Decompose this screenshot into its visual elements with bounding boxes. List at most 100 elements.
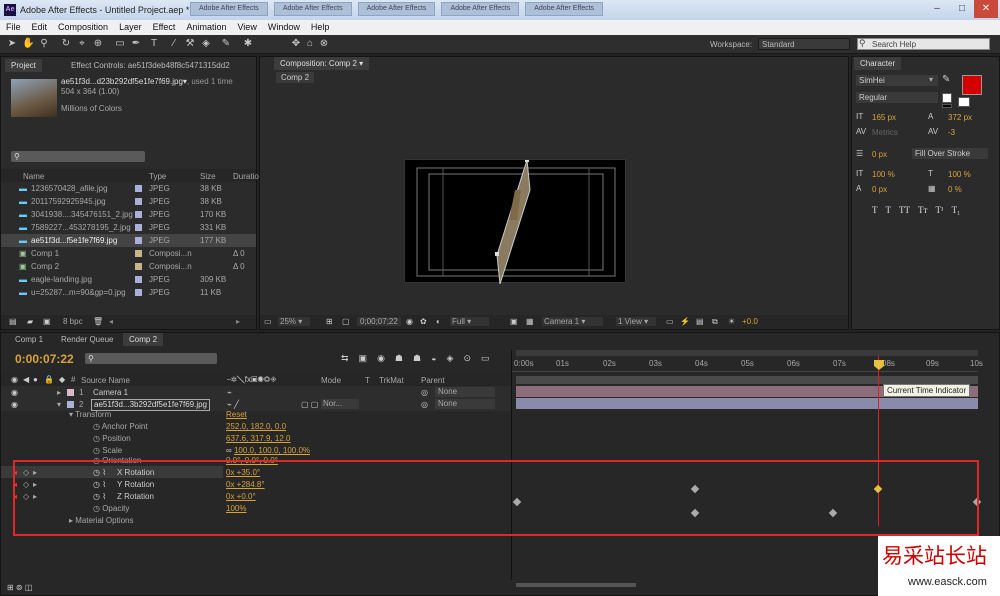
tab-comp-1[interactable]: Comp 1 (9, 333, 49, 346)
audio-icon[interactable]: ◀ (23, 375, 29, 384)
region-of-interest-icon[interactable]: ▣ (510, 317, 518, 326)
hand-tool-icon[interactable]: ✋ (22, 38, 34, 50)
footage-name[interactable]: ae51f3d...d23b292df5e1fe7f69.jpg▾, used … (61, 77, 233, 86)
project-search-input[interactable]: ⚲ (11, 151, 145, 162)
col-name[interactable]: Name (23, 172, 44, 181)
search-help-input[interactable]: Search Help (857, 38, 990, 50)
font-size-value[interactable]: 165 px (872, 113, 896, 122)
brainstorm-icon[interactable]: ◈ (447, 353, 454, 364)
tab-composition[interactable]: Composition: Comp 2 ▾ (274, 57, 370, 70)
menu-help[interactable]: Help (305, 20, 335, 35)
parent-select[interactable]: None (435, 387, 495, 397)
comp-viewer[interactable] (404, 158, 626, 285)
timeline-search-input[interactable]: ⚲ (85, 353, 217, 364)
taskbar-tab[interactable]: Adobe After Effects (525, 2, 604, 16)
rotate-tool-icon[interactable]: ↻ (60, 38, 72, 50)
fill-color-swatch[interactable] (962, 75, 982, 95)
exposure-value[interactable]: +0.0 (742, 317, 758, 326)
tab-effect-controls[interactable]: Effect Controls: ae51f3deb48f8c5471315dd… (65, 59, 258, 72)
time-ruler[interactable]: 0:00s 01s 02s 03s 04s 05s 06s 07s 08s 09… (512, 358, 983, 372)
menu-edit[interactable]: Edit (26, 20, 53, 35)
small-caps-button[interactable]: Tт (918, 205, 927, 215)
eyedropper-icon[interactable]: ✎ (942, 74, 950, 85)
zoom-tool-icon[interactable]: ⚲ (38, 38, 50, 50)
stopwatch-icon[interactable]: ◷ (93, 434, 102, 443)
list-item[interactable]: ▬ 7589227...453278195_2.jpg JPEG 331 KB (1, 221, 256, 234)
hash-icon[interactable]: # (71, 375, 75, 384)
mode-select[interactable]: Nor... (321, 399, 359, 409)
font-style-select[interactable]: Regular (856, 92, 938, 103)
trash-icon[interactable]: 🗑 (93, 317, 103, 326)
axis-view-icon[interactable]: ⊗ (318, 38, 330, 50)
tab-render-queue[interactable]: Render Queue (55, 333, 119, 346)
shy-layers-icon[interactable]: ☗ (395, 353, 403, 364)
zoom-slider[interactable] (516, 583, 636, 587)
show-channel-icon[interactable]: ✿ (420, 317, 427, 326)
subscript-button[interactable]: T₁ (952, 205, 961, 215)
vertical-scale-value[interactable]: 100 % (872, 170, 895, 179)
menu-animation[interactable]: Animation (180, 20, 231, 35)
camera-select[interactable]: Camera 1 ▾ (542, 317, 604, 326)
collapse-triangle-icon[interactable]: ▾ (57, 398, 61, 411)
eye-icon[interactable]: ◉ (11, 375, 18, 384)
stroke-black-swatch[interactable] (942, 104, 952, 108)
mask-visibility-icon[interactable]: ▢ (342, 317, 350, 326)
resolution-select[interactable]: Full ▾ (450, 317, 490, 326)
taskbar-tab[interactable]: Adobe After Effects (441, 2, 520, 16)
image-layer-bar[interactable] (516, 398, 978, 409)
col-parent[interactable]: Parent (421, 376, 445, 385)
list-item[interactable]: ▬ 1236570428_afile.jpg JPEG 38 KB (1, 182, 256, 195)
timeline-timecode[interactable]: 0:00:07:22 (15, 352, 74, 366)
list-item[interactable]: ▣ Comp 2 Composi...n Δ 0 (1, 260, 256, 273)
bpc-label[interactable]: 8 bpc (63, 317, 83, 326)
axis-local-icon[interactable]: ✥ (290, 38, 302, 50)
menu-window[interactable]: Window (262, 20, 305, 35)
tab-character[interactable]: Character (854, 57, 902, 70)
color-icon[interactable]: ◐ (436, 317, 441, 326)
menu-view[interactable]: View (231, 20, 261, 35)
leading-value[interactable]: 372 px (948, 113, 972, 122)
taskbar-tab[interactable]: Adobe After Effects (273, 2, 352, 16)
pixel-aspect-icon[interactable]: ▭ (666, 317, 674, 326)
exposure-icon[interactable]: ☀ (728, 317, 735, 326)
new-comp-icon[interactable]: ▣ (43, 317, 51, 326)
stroke-color-swatch[interactable] (958, 97, 970, 107)
pen-tool-icon[interactable]: ✒ (130, 38, 142, 50)
lock-icon[interactable]: 🔒 (44, 375, 54, 384)
interpret-footage-icon[interactable]: ▤ (9, 317, 17, 326)
tsume-value[interactable]: 0 % (948, 185, 962, 194)
font-family-select[interactable]: SimHei (856, 75, 938, 86)
list-item[interactable]: ▬ 20117592925945.jpg JPEG 38 KB (1, 195, 256, 208)
always-preview-icon[interactable]: ▭ (264, 317, 272, 326)
workspace-select[interactable]: Standard (758, 38, 850, 50)
all-caps-button[interactable]: TT (899, 205, 910, 215)
label-swatch[interactable] (67, 389, 74, 396)
composition-mini-flowchart-icon[interactable]: ⇆ (341, 353, 349, 364)
list-item-selected[interactable]: ▬ ae51f3d...f5e1fe7f69.jpg JPEG 177 KB (1, 234, 256, 247)
stroke-width-value[interactable]: 0 px (872, 150, 887, 159)
menu-effect[interactable]: Effect (147, 20, 181, 35)
col-t[interactable]: T (365, 376, 370, 385)
col-mode[interactable]: Mode (321, 376, 341, 385)
new-folder-icon[interactable]: ▰ (27, 317, 33, 326)
view-layout-select[interactable]: 1 View ▾ (616, 317, 657, 326)
selection-tool-icon[interactable]: ➤ (6, 38, 18, 50)
work-area-bar[interactable] (516, 350, 978, 356)
parent-select[interactable]: None (435, 399, 495, 409)
clone-tool-icon[interactable]: ⚒ (184, 38, 196, 50)
flowchart-icon[interactable]: ⧉ (712, 317, 718, 327)
faux-bold-button[interactable]: T (872, 205, 878, 215)
scroll-left-icon[interactable]: ◂ (109, 317, 113, 326)
maximize-button[interactable]: □ (950, 0, 974, 18)
col-trkmat[interactable]: TrkMat (379, 376, 404, 385)
motion-blur-icon[interactable]: ◒ (431, 353, 436, 364)
menu-composition[interactable]: Composition (52, 20, 113, 35)
col-source-name[interactable]: Source Name (81, 376, 130, 385)
brush-tool-icon[interactable]: ⁄ (168, 38, 180, 50)
transparency-grid-icon[interactable]: ▦ (526, 317, 534, 326)
fast-preview-icon[interactable]: ⚡ (680, 317, 690, 326)
solo-icon[interactable]: ● (33, 375, 38, 384)
comp-subtab[interactable]: Comp 2 (276, 72, 315, 83)
horizontal-scale-value[interactable]: 100 % (948, 170, 971, 179)
tab-project[interactable]: Project (5, 59, 42, 72)
